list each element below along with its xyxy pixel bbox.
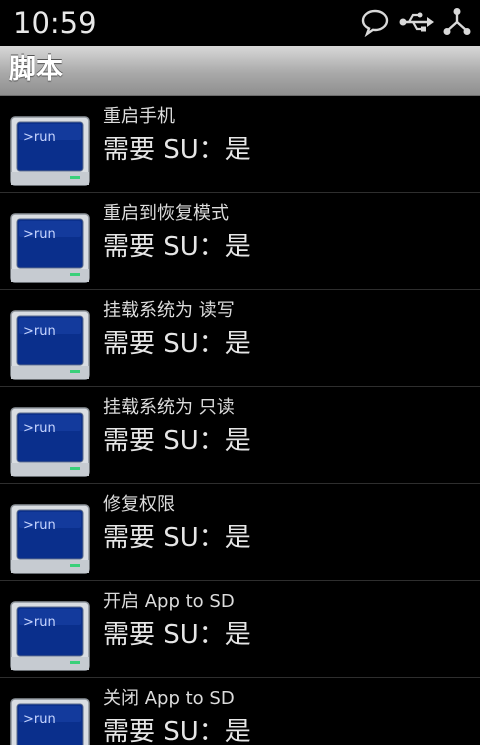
terminal-icon: >run [10, 213, 90, 283]
terminal-icon: >run [10, 504, 90, 574]
script-su-required: 需要 SU：是 [103, 523, 251, 553]
terminal-icon: >run [10, 116, 90, 186]
script-title: 重启到恢复模式 [103, 203, 229, 224]
terminal-icon: >run [10, 698, 90, 745]
status-bar: 10:59 [0, 0, 480, 46]
terminal-prompt: >run [23, 712, 56, 727]
script-title: 关闭 App to SD [103, 688, 235, 709]
terminal-icon: >run [10, 310, 90, 380]
app-screen: 10:59 脚本 >run 重启手机 需要 SU：是 >run 重启到恢复模式 … [0, 0, 480, 745]
page-title: 脚本 [9, 54, 63, 85]
status-time: 10:59 [13, 6, 97, 40]
terminal-prompt: >run [23, 518, 56, 533]
terminal-icon: >run [10, 601, 90, 671]
script-title: 挂载系统为 读写 [103, 300, 235, 321]
script-su-required: 需要 SU：是 [103, 426, 251, 456]
title-bar: 脚本 [0, 46, 480, 96]
script-su-required: 需要 SU：是 [103, 329, 251, 359]
status-icons [360, 5, 472, 39]
terminal-prompt: >run [23, 421, 56, 436]
script-title: 挂载系统为 只读 [103, 397, 235, 418]
script-su-required: 需要 SU：是 [103, 717, 251, 745]
script-title: 开启 App to SD [103, 591, 235, 612]
terminal-icon: >run [10, 407, 90, 477]
terminal-prompt: >run [23, 130, 56, 145]
script-list-item[interactable]: >run 重启手机 需要 SU：是 [0, 96, 480, 193]
chat-bubble-icon [360, 7, 390, 37]
script-list-item[interactable]: >run 开启 App to SD 需要 SU：是 [0, 581, 480, 678]
script-list-item[interactable]: >run 关闭 App to SD 需要 SU：是 [0, 678, 480, 745]
script-title: 重启手机 [103, 106, 175, 127]
script-list-item[interactable]: >run 挂载系统为 读写 需要 SU：是 [0, 290, 480, 387]
usb-icon [398, 10, 434, 34]
terminal-prompt: >run [23, 227, 56, 242]
script-su-required: 需要 SU：是 [103, 620, 251, 650]
script-list-item[interactable]: >run 挂载系统为 只读 需要 SU：是 [0, 387, 480, 484]
script-list: >run 重启手机 需要 SU：是 >run 重启到恢复模式 需要 SU：是 >… [0, 96, 480, 745]
script-su-required: 需要 SU：是 [103, 232, 251, 262]
script-title: 修复权限 [103, 494, 175, 515]
terminal-prompt: >run [23, 615, 56, 630]
debug-icon [442, 7, 472, 37]
script-su-required: 需要 SU：是 [103, 135, 251, 165]
script-list-item[interactable]: >run 修复权限 需要 SU：是 [0, 484, 480, 581]
terminal-prompt: >run [23, 324, 56, 339]
script-list-item[interactable]: >run 重启到恢复模式 需要 SU：是 [0, 193, 480, 290]
